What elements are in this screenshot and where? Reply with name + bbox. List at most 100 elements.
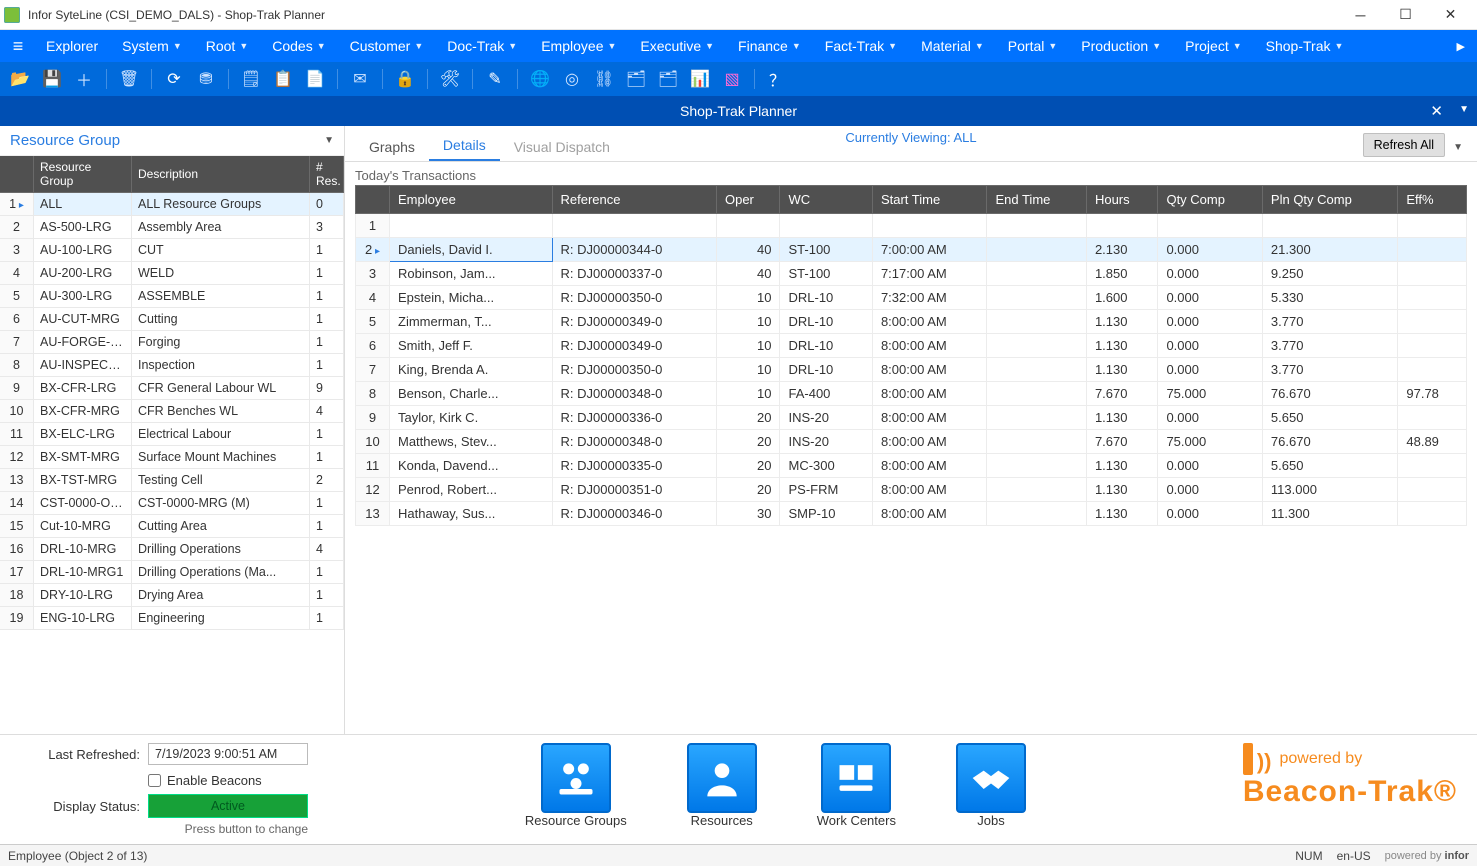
form-menu-caret-icon[interactable]: ▼ [1459, 104, 1469, 115]
transaction-row[interactable]: 11Konda, Davend...R: DJ00000335-020MC-30… [356, 454, 1467, 478]
target-icon[interactable]: ◎ [558, 65, 586, 93]
resource-group-row[interactable]: 13BX-TST-MRGTesting Cell2 [0, 469, 344, 492]
col-description[interactable]: Description [132, 156, 310, 193]
transaction-row[interactable]: 12Penrod, Robert...R: DJ00000351-020PS-F… [356, 478, 1467, 502]
help-icon[interactable]: ？ [763, 65, 791, 93]
col-hours[interactable]: Hours [1086, 186, 1158, 214]
chain-icon[interactable]: ⛓ [590, 65, 618, 93]
mail-icon[interactable]: ✉ [346, 65, 374, 93]
chart-icon[interactable]: 📊 [686, 65, 714, 93]
resource-group-row[interactable]: 10BX-CFR-MRGCFR Benches WL4 [0, 400, 344, 423]
menu-employee[interactable]: Employee▼ [529, 30, 628, 62]
tab-details[interactable]: Details [429, 131, 500, 161]
col-pln-qty-comp[interactable]: Pln Qty Comp [1262, 186, 1397, 214]
dashboard-icon[interactable]: ▧ [718, 65, 746, 93]
filter-icon[interactable]: ⛃ [192, 65, 220, 93]
menu-scroll-right-icon[interactable]: ▶ [1447, 40, 1475, 53]
resource-group-row[interactable]: 19ENG-10-LRGEngineering1 [0, 607, 344, 630]
transaction-row[interactable]: 10Matthews, Stev...R: DJ00000348-020INS-… [356, 430, 1467, 454]
resource-group-row[interactable]: 11BX-ELC-LRGElectrical Labour1 [0, 423, 344, 446]
transaction-row[interactable]: 7King, Brenda A.R: DJ00000350-010DRL-108… [356, 358, 1467, 382]
save-icon[interactable]: 💾 [38, 65, 66, 93]
resource-group-row[interactable]: 8AU-INSPECT-...Inspection1 [0, 354, 344, 377]
menu-codes[interactable]: Codes▼ [260, 30, 337, 62]
window-maximize-button[interactable]: ☐ [1383, 0, 1428, 30]
col-end-time[interactable]: End Time [987, 186, 1086, 214]
col-reference[interactable]: Reference [552, 186, 716, 214]
window-minimize-button[interactable]: ─ [1338, 0, 1383, 30]
delete-icon[interactable]: 🗑 [115, 65, 143, 93]
transaction-row[interactable]: 3Robinson, Jam...R: DJ00000337-040ST-100… [356, 262, 1467, 286]
resource-group-row[interactable]: 16DRL-10-MRGDrilling Operations4 [0, 538, 344, 561]
transaction-row[interactable]: 2Daniels, David I.R: DJ00000344-040ST-10… [356, 238, 1467, 262]
menu-portal[interactable]: Portal▼ [996, 30, 1070, 62]
resource-group-row[interactable]: 3AU-100-LRGCUT1 [0, 239, 344, 262]
resource-group-row[interactable]: 6AU-CUT-MRGCutting1 [0, 308, 344, 331]
display-status-button[interactable]: Active [148, 794, 308, 818]
refresh-all-button[interactable]: Refresh All [1363, 133, 1445, 157]
col-qty-comp[interactable]: Qty Comp [1158, 186, 1262, 214]
attach-icon[interactable]: 📄 [301, 65, 329, 93]
transaction-row[interactable]: 13Hathaway, Sus...R: DJ00000346-030SMP-1… [356, 502, 1467, 526]
enable-beacons-checkbox[interactable] [148, 774, 161, 787]
resource-group-row[interactable]: 18DRY-10-LRGDrying Area1 [0, 584, 344, 607]
tab-graphs[interactable]: Graphs [355, 133, 429, 161]
clipboard-icon[interactable]: 📋 [269, 65, 297, 93]
stack2-icon[interactable]: 🗂 [654, 65, 682, 93]
transaction-row[interactable]: 9Taylor, Kirk C.R: DJ00000336-020INS-208… [356, 406, 1467, 430]
col-eff-[interactable]: Eff% [1398, 186, 1467, 214]
menu-fact-trak[interactable]: Fact-Trak▼ [813, 30, 909, 62]
stack1-icon[interactable]: 🗂 [622, 65, 650, 93]
col-num-res[interactable]: # Res. [310, 156, 344, 193]
col-employee[interactable]: Employee [390, 186, 553, 214]
jobs-button[interactable]: Jobs [956, 743, 1026, 828]
menu-shop-trak[interactable]: Shop-Trak▼ [1254, 30, 1356, 62]
resource-group-row[interactable]: 17DRL-10-MRG1Drilling Operations (Ma...1 [0, 561, 344, 584]
refresh-icon[interactable]: ⟳ [160, 65, 188, 93]
transaction-row[interactable]: 5Zimmerman, T...R: DJ00000349-010DRL-108… [356, 310, 1467, 334]
open-folder-icon[interactable]: 📂 [6, 65, 34, 93]
menu-root[interactable]: Root▼ [194, 30, 261, 62]
resource-group-row[interactable]: 7AU-FORGE-M...Forging1 [0, 331, 344, 354]
transaction-row[interactable]: 6Smith, Jeff F.R: DJ00000349-010DRL-108:… [356, 334, 1467, 358]
resource-group-row[interactable]: 14CST-0000-ORGCST-0000-MRG (M)1 [0, 492, 344, 515]
tab-visual-dispatch[interactable]: Visual Dispatch [500, 133, 624, 161]
transaction-row[interactable]: 1 [356, 214, 1467, 238]
window-close-button[interactable]: ✕ [1428, 0, 1473, 30]
notes-icon[interactable]: 🗒 [237, 65, 265, 93]
col-resource-group[interactable]: Resource Group [34, 156, 132, 193]
col-oper[interactable]: Oper [716, 186, 780, 214]
globe-icon[interactable]: 🌐 [526, 65, 554, 93]
col-start-time[interactable]: Start Time [872, 186, 987, 214]
resource-group-row[interactable]: 9BX-CFR-LRGCFR General Labour WL9 [0, 377, 344, 400]
menu-doc-trak[interactable]: Doc-Trak▼ [435, 30, 529, 62]
menu-customer[interactable]: Customer▼ [338, 30, 436, 62]
resources-button[interactable]: Resources [687, 743, 757, 828]
resource-group-row[interactable]: 5AU-300-LRGASSEMBLE1 [0, 285, 344, 308]
resource-group-row[interactable]: 12BX-SMT-MRGSurface Mount Machines1 [0, 446, 344, 469]
resource-group-row[interactable]: 2AS-500-LRGAssembly Area3 [0, 216, 344, 239]
resource-group-row[interactable]: 4AU-200-LRGWELD1 [0, 262, 344, 285]
wrench-icon[interactable]: 🛠 [436, 65, 464, 93]
menu-explorer[interactable]: Explorer [34, 30, 110, 62]
menu-material[interactable]: Material▼ [909, 30, 996, 62]
resource-group-caret-icon[interactable]: ▼ [324, 135, 334, 146]
transaction-row[interactable]: 8Benson, Charle...R: DJ00000348-010FA-40… [356, 382, 1467, 406]
resource-group-row[interactable]: 1ALLALL Resource Groups0 [0, 193, 344, 216]
last-refreshed-field[interactable] [148, 743, 308, 765]
hamburger-icon[interactable]: ≡ [2, 36, 34, 57]
add-icon[interactable]: ＋ [70, 65, 98, 93]
menu-executive[interactable]: Executive▼ [628, 30, 726, 62]
transaction-row[interactable]: 4Epstein, Micha...R: DJ00000350-010DRL-1… [356, 286, 1467, 310]
refresh-all-caret-icon[interactable]: ▼ [1449, 138, 1467, 157]
resource-groups-button[interactable]: Resource Groups [525, 743, 627, 828]
menu-project[interactable]: Project▼ [1173, 30, 1254, 62]
form-close-icon[interactable]: ✕ [1430, 102, 1443, 120]
work-centers-button[interactable]: Work Centers [817, 743, 896, 828]
resource-group-row[interactable]: 15Cut-10-MRGCutting Area1 [0, 515, 344, 538]
menu-finance[interactable]: Finance▼ [726, 30, 813, 62]
pen-icon[interactable]: ✎ [481, 65, 509, 93]
lock-icon[interactable]: 🔒 [391, 65, 419, 93]
col-wc[interactable]: WC [780, 186, 872, 214]
menu-system[interactable]: System▼ [110, 30, 194, 62]
